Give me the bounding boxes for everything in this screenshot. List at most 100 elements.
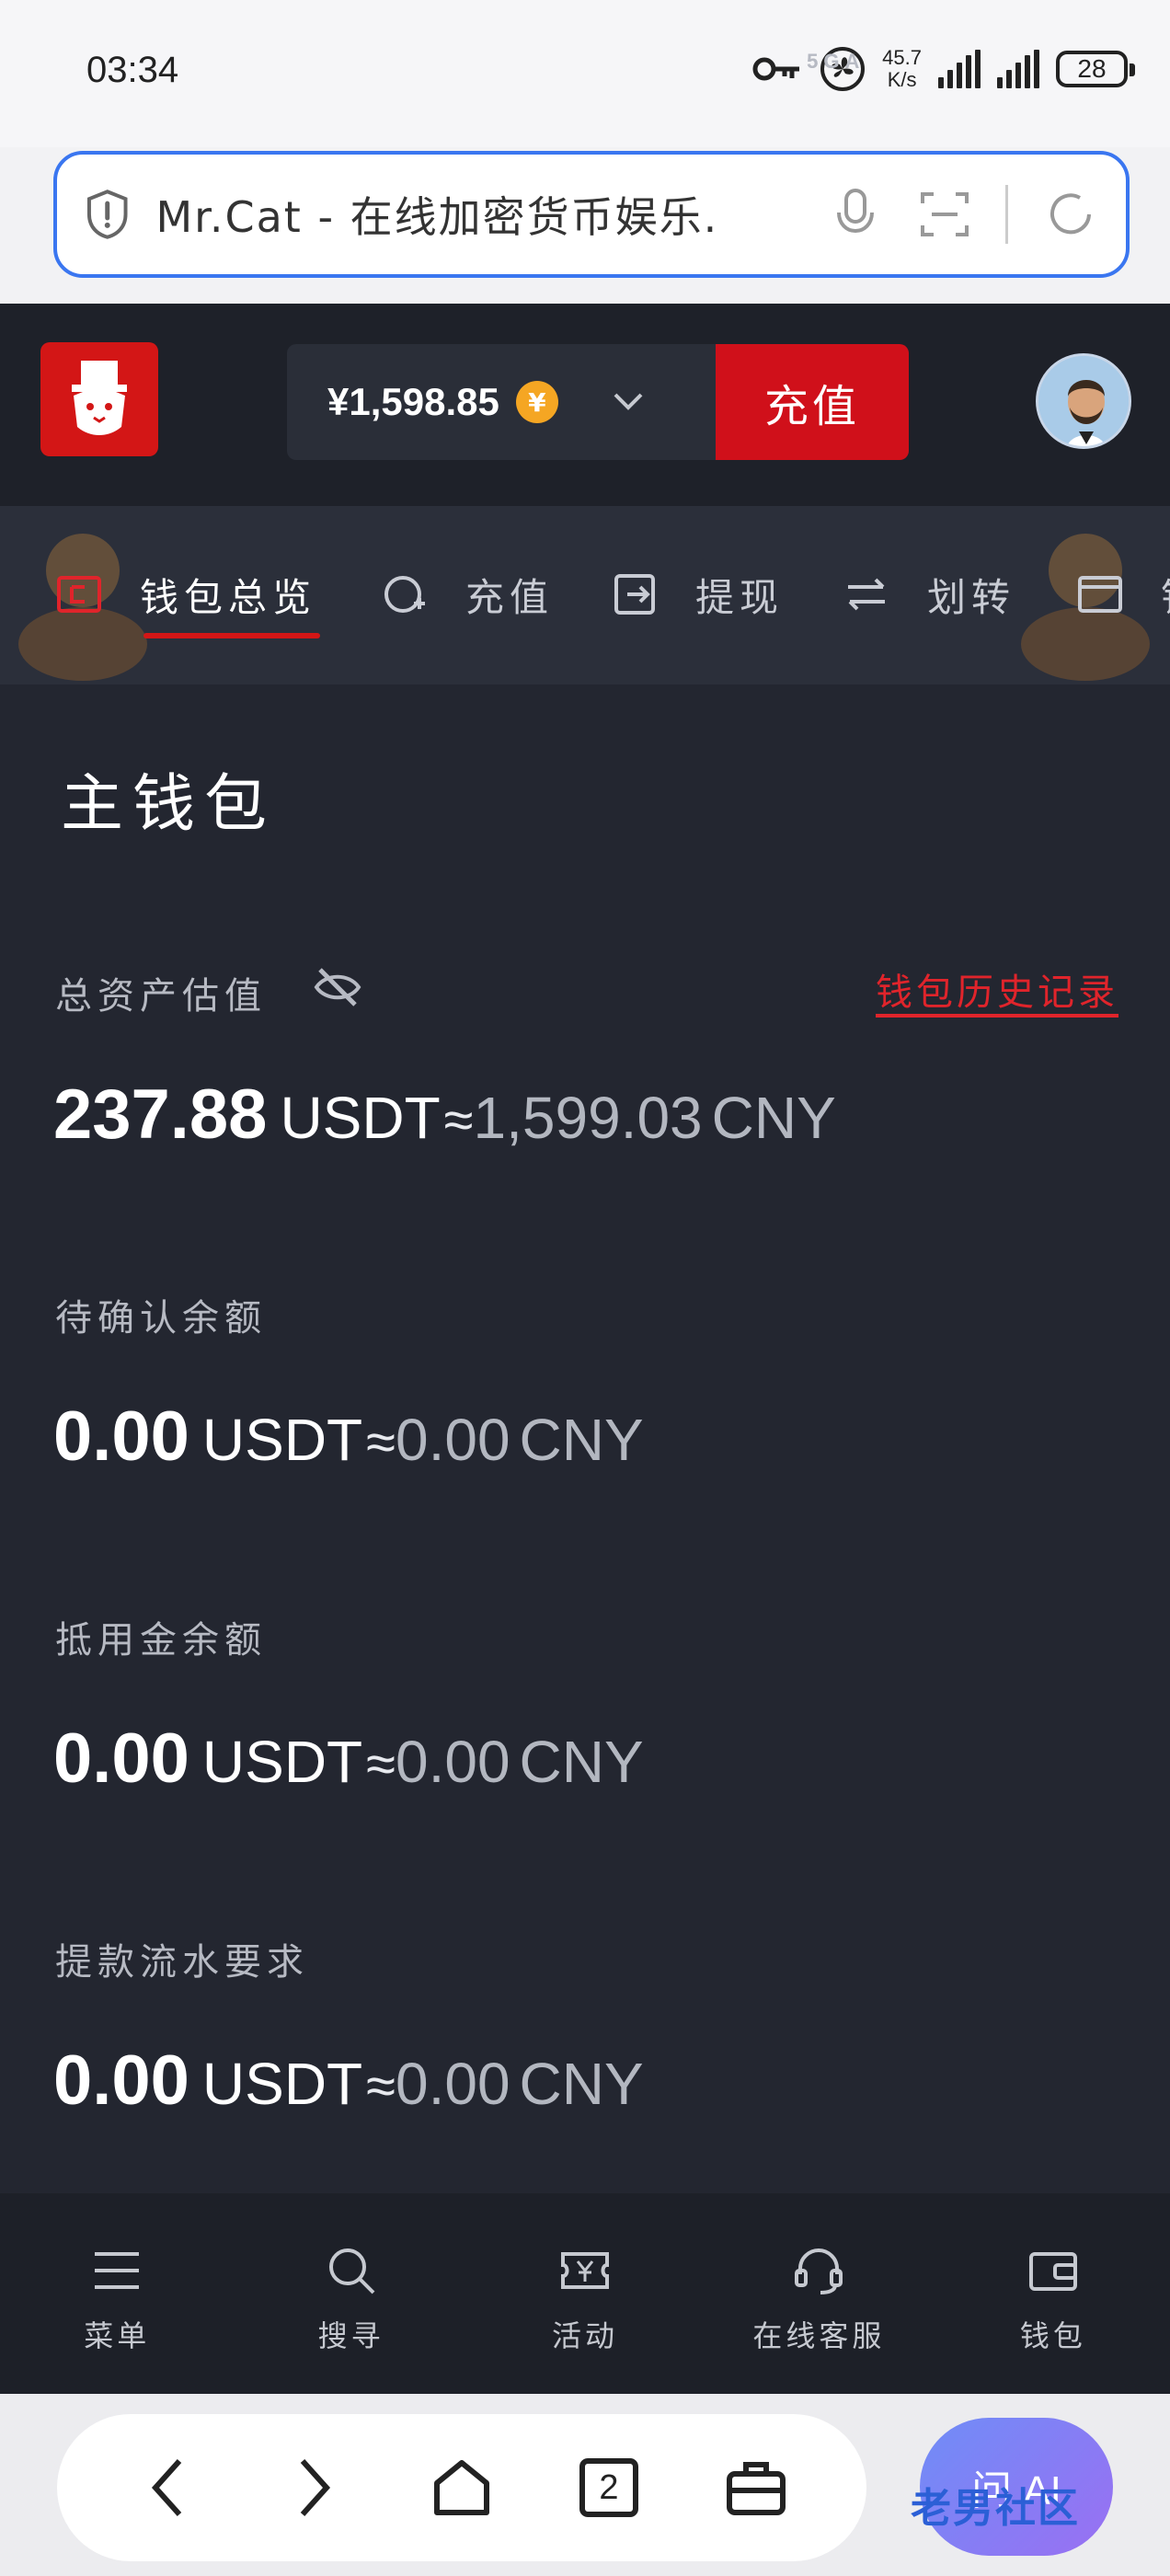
cny-amount: 1,599.03 bbox=[473, 1085, 703, 1151]
withdraw-tab-icon bbox=[614, 574, 655, 615]
search-icon bbox=[328, 2248, 375, 2294]
page-title: 主钱包 bbox=[61, 768, 277, 841]
wallet-tab-icon bbox=[57, 576, 101, 613]
address-bar[interactable]: Mr.Cat - 在线加密货币娱乐. bbox=[53, 151, 1130, 278]
unit: USDT bbox=[201, 2051, 363, 2117]
site-logo[interactable] bbox=[40, 342, 158, 456]
bottom-nav: 菜单 搜寻 活动 在线客服 钱包 bbox=[0, 2193, 1170, 2394]
main-wallet-panel: 主钱包 总资产估值 钱包历史记录 237.88 USDT ≈ 1,599.03 … bbox=[0, 684, 1170, 2193]
balance-dropdown[interactable]: ¥1,598.85 ¥ bbox=[287, 344, 716, 460]
ticket-icon bbox=[561, 2252, 610, 2289]
cny-amount: 0.00 bbox=[395, 1407, 510, 1473]
cny-unit: CNY bbox=[711, 1085, 836, 1151]
active-tab-indicator bbox=[143, 633, 321, 638]
total-assets-label: 总资产估值 bbox=[55, 975, 267, 1018]
scan-icon[interactable] bbox=[918, 187, 972, 242]
nav-label: 菜单 bbox=[84, 2318, 151, 2353]
tab-deposit[interactable]: 充值 bbox=[381, 558, 554, 631]
nav-wallet[interactable]: 钱包 bbox=[936, 2193, 1170, 2394]
nav-label: 在线客服 bbox=[752, 2318, 886, 2353]
menu-icon bbox=[95, 2252, 140, 2289]
address-bar-divider bbox=[1005, 185, 1008, 244]
back-button[interactable] bbox=[131, 2451, 204, 2524]
balance-amount: ¥1,598.85 bbox=[327, 380, 499, 423]
tab-label: 提现 bbox=[695, 574, 785, 620]
tab-transfer[interactable]: 划转 bbox=[843, 558, 1015, 631]
cat-hat-logo-icon bbox=[72, 361, 127, 435]
tabs-button[interactable]: 2 bbox=[572, 2451, 646, 2524]
nav-customer-service[interactable]: 在线客服 bbox=[702, 2193, 935, 2394]
cny-unit: CNY bbox=[519, 1407, 644, 1473]
watermark-logo: 老男社区 bbox=[911, 2485, 1080, 2532]
net-speed-unit: K/s bbox=[887, 68, 917, 91]
unit: USDT bbox=[201, 1729, 363, 1795]
tab-label: 钱 bbox=[1161, 567, 1170, 623]
sim2-label: 5G bbox=[807, 50, 845, 73]
wallet-tabs: 钱包总览 充值 提现 划转 钱 bbox=[0, 506, 1170, 684]
signal-sim1-icon: 5GA bbox=[807, 50, 981, 88]
approx-sign: ≈ bbox=[366, 1412, 396, 1472]
nav-menu[interactable]: 菜单 bbox=[0, 2193, 234, 2394]
voucher-balance-label: 抵用金余额 bbox=[55, 1619, 267, 1662]
cny-unit: CNY bbox=[519, 2051, 644, 2117]
browser-nav-pill: 2 bbox=[57, 2414, 866, 2561]
nav-label: 搜寻 bbox=[317, 2318, 384, 2353]
shield-icon[interactable] bbox=[85, 189, 130, 240]
net-speed: 45.7 K/s bbox=[882, 47, 922, 91]
tab-label: 钱包总览 bbox=[140, 574, 317, 620]
avatar[interactable] bbox=[1036, 353, 1131, 449]
home-button[interactable] bbox=[425, 2451, 499, 2524]
unit: USDT bbox=[280, 1085, 441, 1151]
unit: USDT bbox=[201, 1407, 363, 1473]
cny-unit: CNY bbox=[519, 1729, 644, 1795]
cny-amount: 0.00 bbox=[395, 1729, 510, 1795]
approx-sign: ≈ bbox=[366, 1734, 396, 1794]
tab-count: 2 bbox=[599, 2467, 619, 2507]
total-assets-value: 237.88 USDT ≈ 1,599.03 CNY bbox=[53, 1075, 836, 1155]
chevron-left-icon bbox=[151, 2458, 182, 2517]
chevron-down-icon[interactable] bbox=[610, 384, 647, 420]
user-avatar-icon bbox=[1038, 356, 1129, 446]
amount: 237.88 bbox=[53, 1075, 268, 1154]
nav-label: 活动 bbox=[552, 2318, 619, 2353]
nav-activities[interactable]: 活动 bbox=[468, 2193, 702, 2394]
approx-sign: ≈ bbox=[443, 1090, 474, 1150]
home-icon bbox=[434, 2460, 489, 2515]
status-time: 03:34 bbox=[86, 50, 179, 90]
app-header: ¥1,598.85 ¥ 充值 bbox=[0, 304, 1170, 506]
voucher-balance-value: 0.00 USDT ≈ 0.00 CNY bbox=[53, 1719, 644, 1799]
wallet-history-link[interactable]: 钱包历史记录 bbox=[876, 962, 1118, 1016]
wallet-icon bbox=[1028, 2252, 1077, 2291]
pending-balance-label: 待确认余额 bbox=[55, 1297, 267, 1340]
nav-search[interactable]: 搜寻 bbox=[234, 2193, 467, 2394]
tab-label: 充值 bbox=[465, 574, 555, 620]
tab-more-wallet[interactable]: 钱 bbox=[1076, 558, 1170, 631]
deposit-tab-icon bbox=[384, 576, 425, 613]
vpn-key-icon bbox=[752, 57, 800, 81]
chevron-right-icon bbox=[300, 2458, 331, 2517]
amount: 0.00 bbox=[53, 1397, 189, 1476]
approx-sign: ≈ bbox=[366, 2056, 396, 2116]
url-text[interactable]: Mr.Cat - 在线加密货币娱乐. bbox=[155, 184, 793, 245]
tab-withdraw[interactable]: 提现 bbox=[611, 558, 784, 631]
amount: 0.00 bbox=[53, 1719, 189, 1798]
status-bar: 03:34 45.7 K/s 5GA 5G 28 bbox=[0, 0, 1170, 147]
signal-sim2-icon: 5G bbox=[807, 50, 1039, 88]
tools-button[interactable] bbox=[719, 2451, 793, 2524]
wagering-requirement-label: 提款流水要求 bbox=[55, 1941, 309, 1984]
deposit-button[interactable]: 充值 bbox=[716, 344, 909, 460]
nav-label: 钱包 bbox=[1019, 2318, 1086, 2353]
tab-label: 划转 bbox=[927, 574, 1016, 620]
wagering-requirement-value: 0.00 USDT ≈ 0.00 CNY bbox=[53, 2041, 644, 2121]
forward-button[interactable] bbox=[278, 2451, 351, 2524]
toolbox-icon bbox=[727, 2462, 786, 2515]
yuan-coin-icon: ¥ bbox=[515, 381, 558, 423]
hide-balance-eye-icon[interactable] bbox=[313, 962, 362, 1012]
battery-icon: 28 bbox=[1056, 51, 1135, 87]
status-icons: 45.7 K/s 5GA 5G 28 bbox=[751, 46, 1135, 92]
amount: 0.00 bbox=[53, 2041, 189, 2120]
microphone-icon[interactable] bbox=[828, 187, 882, 242]
tab-wallet-overview[interactable]: 钱包总览 bbox=[55, 558, 321, 638]
transfer-arrows-icon bbox=[848, 578, 885, 611]
refresh-icon[interactable] bbox=[1043, 187, 1098, 242]
